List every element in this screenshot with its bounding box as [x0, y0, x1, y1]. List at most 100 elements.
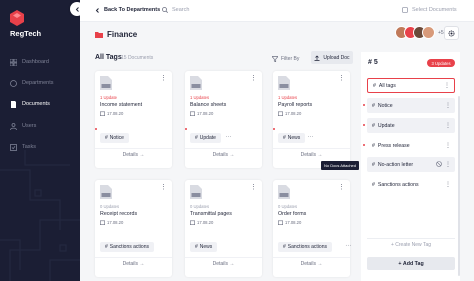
- details-link[interactable]: Details →: [273, 152, 350, 158]
- hash-icon: #: [372, 181, 375, 188]
- sidebar-item-departments[interactable]: Departments: [0, 76, 80, 90]
- tag-label: Update: [199, 135, 216, 141]
- divider: [185, 257, 262, 258]
- document-card[interactable]: ⋮ 0 Updates Transmittal pages 17.08.20 # News…: [185, 180, 262, 277]
- new-update-dot: [95, 128, 97, 130]
- card-menu-icon[interactable]: ⋮: [338, 75, 345, 82]
- tag-row[interactable]: # Sanctions actions ⋮: [367, 177, 455, 192]
- search-input[interactable]: Search: [162, 7, 189, 13]
- card-menu-icon[interactable]: ⋮: [338, 184, 345, 191]
- back-to-departments-link[interactable]: Back To Departments: [95, 7, 160, 13]
- tag-menu-icon[interactable]: ⋮: [445, 122, 451, 129]
- arrow-right-icon: →: [229, 152, 235, 158]
- tag-menu-icon[interactable]: ⋮: [445, 161, 451, 168]
- dashboard-icon: [10, 58, 17, 66]
- tag-row[interactable]: # All tags ⋮: [367, 78, 455, 93]
- updates-count: 1 Update: [100, 95, 117, 100]
- details-label: Details: [122, 152, 138, 158]
- details-link[interactable]: Details →: [95, 152, 172, 158]
- sidebar-item-users[interactable]: Users: [0, 119, 80, 133]
- more-tags-icon[interactable]: ···: [345, 242, 351, 250]
- document-tag[interactable]: # Sanctions actions: [100, 242, 154, 252]
- document-date: 17.08.20: [190, 220, 213, 225]
- hidden-icon[interactable]: [436, 161, 442, 167]
- details-link[interactable]: Details →: [185, 152, 262, 158]
- back-label: Back To Departments: [104, 7, 161, 13]
- settings-button[interactable]: [444, 26, 459, 40]
- arrow-right-icon: →: [139, 152, 145, 158]
- document-card[interactable]: ⋮ 0 Updates Order forms 17.08.20 # Sanctions …: [273, 180, 351, 277]
- more-tags-icon[interactable]: ···: [308, 133, 314, 141]
- tag-menu-icon[interactable]: ⋮: [444, 82, 450, 89]
- hash-icon: #: [195, 135, 198, 141]
- card-menu-icon[interactable]: ⋮: [160, 184, 167, 191]
- card-menu-icon[interactable]: ⋮: [160, 75, 167, 82]
- details-link[interactable]: Details →: [273, 261, 350, 267]
- tasks-icon: [10, 143, 17, 151]
- details-link[interactable]: Details →: [185, 261, 262, 267]
- document-card[interactable]: ⋮ 1 Updates Payroll reports 17.08.20 # News ··…: [273, 71, 350, 168]
- details-link[interactable]: Details →: [95, 261, 172, 267]
- document-card[interactable]: ⋮ 0 Updates Receipt records 17.08.20 # Sancti…: [95, 180, 172, 277]
- card-menu-icon[interactable]: ⋮: [250, 184, 257, 191]
- sidebar-item-label: Users: [22, 123, 37, 129]
- tag-row[interactable]: # No-action letter ⋮: [367, 157, 455, 172]
- document-tag[interactable]: # News: [190, 242, 218, 252]
- hash-icon: #: [283, 135, 286, 141]
- create-tag-label: Create New Tag: [395, 242, 432, 248]
- date-text: 17.08.20: [197, 220, 214, 225]
- tag-row-label: Sanctions actions: [377, 181, 419, 188]
- sidebar-item-tasks[interactable]: Tasks: [0, 140, 80, 154]
- sidebar: RegTech Dashboard Departments Documents …: [0, 0, 80, 281]
- sidebar-item-documents[interactable]: Documents: [0, 97, 80, 111]
- tag-row[interactable]: # Press release ⋮: [363, 138, 455, 153]
- file-icon: [190, 76, 202, 90]
- scrollbar[interactable]: [458, 96, 460, 276]
- details-label: Details: [122, 261, 138, 267]
- filter-button[interactable]: Filter By: [272, 53, 299, 64]
- tag-menu-icon[interactable]: ⋮: [445, 102, 451, 109]
- folder-name: Finance: [107, 30, 138, 39]
- calendar-icon: [278, 111, 283, 116]
- sidebar-item-dashboard[interactable]: Dashboard: [0, 55, 80, 69]
- new-update-dot: [185, 128, 187, 130]
- arrow-right-icon: →: [317, 152, 323, 158]
- select-documents-button[interactable]: Select Documents: [402, 7, 457, 13]
- divider: [273, 257, 350, 258]
- calendar-icon: [190, 111, 195, 116]
- calendar-icon: [278, 220, 283, 225]
- document-card[interactable]: ⋮ 1 Updates Balance sheets 17.08.20 # Update ·…: [185, 71, 262, 168]
- document-card[interactable]: ⋮ 1 Update Income statement 17.08.20 # Notice…: [95, 71, 172, 168]
- checkbox-icon: [402, 7, 408, 13]
- document-tag[interactable]: # Update: [190, 133, 221, 143]
- document-tag[interactable]: # Sanctions actions: [278, 242, 332, 252]
- calendar-icon: [100, 111, 105, 116]
- tag-menu-icon[interactable]: ⋮: [445, 142, 451, 149]
- document-title: Balance sheets: [190, 102, 227, 108]
- avatar-group[interactable]: +5: [395, 26, 444, 39]
- tag-menu-icon[interactable]: ⋮: [445, 181, 451, 188]
- updates-count: 1 Updates: [190, 95, 210, 100]
- date-text: 17.08.20: [107, 111, 124, 116]
- document-tag[interactable]: # News: [278, 133, 306, 143]
- updates-count: 0 Updates: [100, 204, 120, 209]
- file-icon: [278, 76, 290, 90]
- folder-title: Finance: [95, 30, 137, 39]
- tag-row-label: Notice: [377, 102, 393, 109]
- add-tag-button[interactable]: + Add Tag: [367, 257, 455, 270]
- document-date: 17.08.20: [100, 111, 123, 116]
- tag-row[interactable]: # Update ⋮: [363, 118, 455, 133]
- document-tag[interactable]: # Notice: [100, 133, 129, 143]
- tag-row-label: Update: [377, 122, 395, 129]
- document-title: Income statement: [100, 102, 143, 108]
- upload-doc-button[interactable]: Upload Doc: [311, 51, 353, 64]
- avatar-count: +5: [438, 29, 444, 36]
- create-new-tag-link[interactable]: + Create New Tag: [367, 242, 455, 248]
- select-documents-label: Select Documents: [412, 7, 457, 13]
- upload-icon: [314, 55, 320, 61]
- documents-icon: [10, 100, 17, 108]
- tag-row[interactable]: # Notice ⋮: [363, 98, 455, 113]
- card-menu-icon[interactable]: ⋮: [250, 75, 257, 82]
- regtech-logo-icon: [10, 10, 24, 26]
- more-tags-icon[interactable]: ···: [225, 133, 231, 141]
